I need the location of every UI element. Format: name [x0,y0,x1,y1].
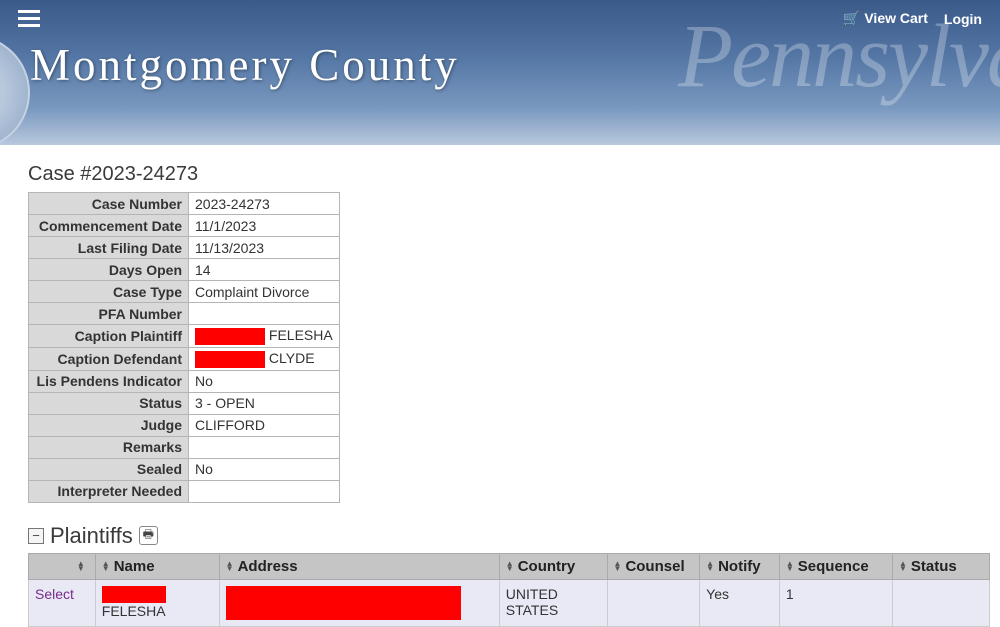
detail-label: Remarks [29,436,189,458]
select-link[interactable]: Select [35,586,74,602]
site-banner: 🛒View Cart Login Montgomery County [0,0,1000,145]
detail-label: Judge [29,414,189,436]
detail-value: 2023-24273 [189,193,340,215]
detail-value: 3 - OPEN [189,392,340,414]
column-header[interactable]: ▲▼ Sequence [779,553,892,579]
cell-name: FELESHA [95,579,219,626]
detail-value: CLIFFORD [189,414,340,436]
detail-value: 11/1/2023 [189,215,340,237]
detail-value [189,303,340,325]
cell-address [219,579,499,626]
detail-label: PFA Number [29,303,189,325]
sort-icon[interactable]: ▲▼ [102,561,110,571]
detail-label: Case Type [29,281,189,303]
detail-label: Case Number [29,193,189,215]
column-label: Sequence [798,558,869,575]
detail-label: Days Open [29,259,189,281]
redacted-block [195,351,265,368]
detail-value: CLYDE [189,347,340,370]
column-header[interactable]: ▲▼ Country [499,553,607,579]
column-label: Counsel [625,558,684,575]
column-header[interactable]: ▲▼ Address [219,553,499,579]
table-row: Select FELESHA UNITED STATES Yes1 [29,579,990,626]
column-header[interactable]: ▲▼ Notify [700,553,780,579]
view-cart-link[interactable]: 🛒View Cart [843,10,928,27]
detail-value [189,480,340,502]
sort-icon[interactable]: ▲▼ [506,561,514,571]
detail-label: Lis Pendens Indicator [29,370,189,392]
detail-value: 11/13/2023 [189,237,340,259]
redacted-block [102,586,166,603]
column-header[interactable]: ▲▼ Status [892,553,989,579]
case-details-table: Case Number2023-24273Commencement Date11… [28,192,340,503]
sort-icon[interactable]: ▲▼ [706,561,714,571]
detail-label: Last Filing Date [29,237,189,259]
column-label: Country [518,558,576,575]
redacted-block [195,328,265,345]
county-title: Montgomery County [0,31,1000,91]
cell-status [892,579,989,626]
cell-country: UNITED STATES [499,579,607,626]
column-header[interactable]: ▲▼ Name [95,553,219,579]
column-header[interactable]: ▲▼Counsel [607,553,700,579]
menu-icon[interactable] [18,6,40,31]
detail-label: Interpreter Needed [29,480,189,502]
detail-label: Sealed [29,458,189,480]
case-heading: Case #2023-24273 [28,163,990,186]
cart-icon: 🛒 [843,10,860,26]
sort-icon[interactable]: ▲▼ [899,561,907,571]
detail-value: Complaint Divorce [189,281,340,303]
redacted-block [226,586,461,620]
detail-value: FELESHA [189,325,340,348]
detail-label: Status [29,392,189,414]
detail-label: Caption Plaintiff [29,325,189,348]
detail-value: No [189,370,340,392]
column-label: Notify [718,558,761,575]
login-link[interactable]: Login [944,11,982,27]
print-icon[interactable]: 🖶 [139,526,158,545]
cell-counsel [607,579,700,626]
detail-label: Commencement Date [29,215,189,237]
detail-value: 14 [189,259,340,281]
column-label: Address [238,558,298,575]
column-label: Status [911,558,957,575]
cell-notify: Yes [700,579,780,626]
sort-icon[interactable]: ▲▼ [786,561,794,571]
sort-icon[interactable]: ▲▼ [614,561,622,571]
sort-icon[interactable]: ▲▼ [226,561,234,571]
column-header[interactable]: ▲▼ [29,553,96,579]
detail-value: No [189,458,340,480]
cell-sequence: 1 [779,579,892,626]
plaintiffs-section-title: Plaintiffs [50,523,133,549]
detail-label: Caption Defendant [29,347,189,370]
plaintiffs-grid: ▲▼▲▼Name▲▼Address▲▼Country▲▼Counsel▲▼Not… [28,553,990,627]
column-label: Name [114,558,155,575]
detail-value [189,436,340,458]
collapse-toggle[interactable]: − [28,528,44,544]
